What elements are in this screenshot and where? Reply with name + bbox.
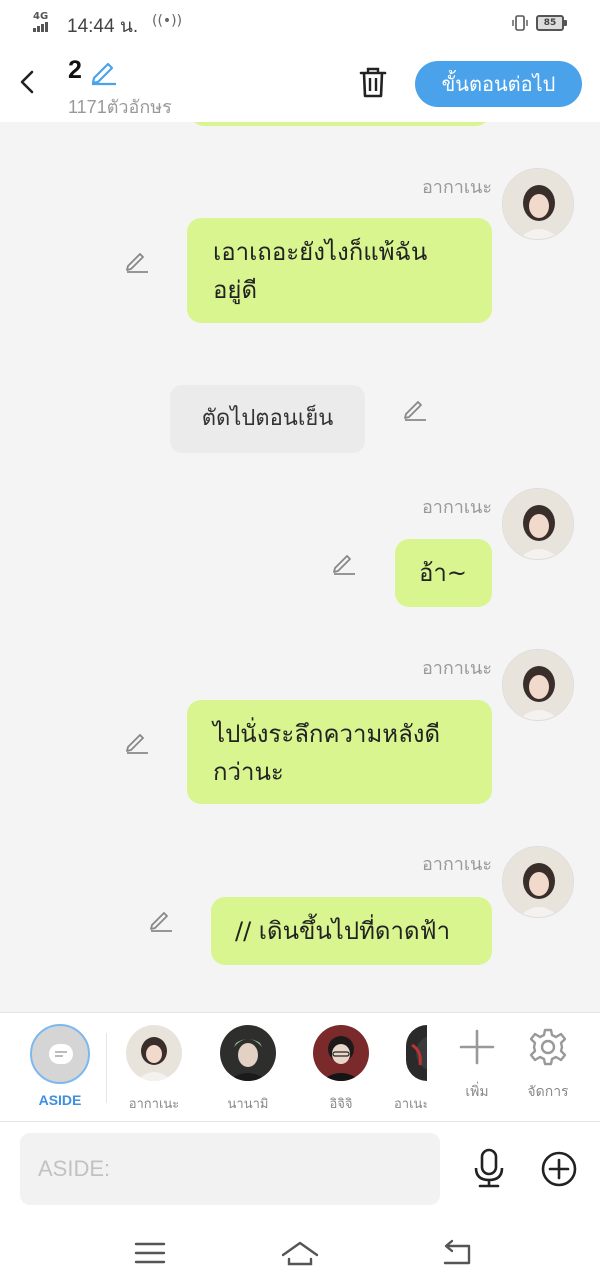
system-nav-bar [0,1222,600,1287]
manage-label: จัดการ [527,1084,569,1100]
signal-indicator: 4G [33,12,49,32]
edit-title-pencil-icon[interactable] [88,56,118,86]
home-icon[interactable] [280,1239,320,1267]
message-bubble[interactable]: เอาเถอะยังไงก็แพ้ฉัน อยู่ดี [187,218,492,323]
character-count: 1171ตัวอักษร [68,97,172,117]
character-name: อากาเนะ [128,1097,180,1112]
message-input[interactable] [20,1133,440,1205]
character-name: อาเนะ [394,1097,427,1112]
character-avatar[interactable] [220,1025,276,1081]
episode-title[interactable]: 2 [68,56,82,85]
narration-bubble[interactable]: ตัดไปตอนเย็น [170,385,365,453]
narration-text: ตัดไปตอนเย็น [201,406,334,431]
message-line: อยู่ดี [213,276,258,304]
network-type: 4G [33,11,49,22]
vibrate-icon [512,15,528,31]
aside-label: ASIDE [38,1092,82,1108]
battery-icon: 85 [536,15,567,31]
aside-button[interactable] [30,1024,90,1084]
divider [106,1033,107,1103]
message-sender: อากาเนะ [421,658,492,679]
gear-icon[interactable] [528,1027,568,1067]
avatar[interactable] [502,846,574,918]
edit-pencil-icon[interactable] [148,906,174,932]
message-bubble[interactable]: // เดินขึ้นไปที่ดาดฟ้า [211,897,492,965]
message-line: อ้า~ [419,559,467,587]
character-name: อิจิจิ [329,1097,353,1112]
message-line: // เดินขึ้นไปที่ดาดฟ้า [235,917,451,945]
edit-pencil-icon[interactable] [124,728,150,754]
message-sender: อากาเนะ [421,177,492,198]
status-time: 14:44 น. [67,16,139,37]
message-line: กว่านะ [213,758,284,786]
add-attachment-icon[interactable] [540,1150,578,1188]
character-avatar-partial[interactable] [406,1025,427,1081]
avatar[interactable] [502,168,574,240]
character-avatar[interactable] [313,1025,369,1081]
message-bubble[interactable]: อ้า~ [395,539,492,607]
message-bubble-partial[interactable] [190,122,490,126]
status-bar: 4G 14:44 น. ((•)) 85 [0,0,600,48]
input-row [0,1122,600,1222]
editor-header: 2 1171ตัวอักษร ขั้นตอนต่อไป [0,48,600,122]
message-line: ไปนั่งระลึกความหลังดี [213,720,441,748]
add-icon[interactable] [457,1027,497,1067]
edit-pencil-icon[interactable] [402,395,428,421]
avatar[interactable] [502,488,574,560]
message-sender: อากาเนะ [421,854,492,875]
character-bar: ASIDE อากาเนะ นานามิ อิจิจิ อาเนะ เพิ่ม … [0,1012,600,1122]
message-line: เอาเถอะยังไงก็แพ้ฉัน [213,238,428,266]
edit-pencil-icon[interactable] [331,549,357,575]
microphone-icon[interactable] [470,1148,508,1188]
back-arrow-icon[interactable] [14,68,42,96]
menu-icon[interactable] [133,1239,167,1267]
back-nav-icon[interactable] [440,1239,474,1267]
message-sender: อากาเนะ [421,497,492,518]
character-name: นานามิ [227,1097,269,1112]
trash-icon[interactable] [356,64,390,100]
chat-area: อากาเนะ เอาเถอะยังไงก็แพ้ฉัน อยู่ดี ตัดไ… [0,122,600,1012]
next-step-button[interactable]: ขั้นตอนต่อไป [415,61,582,107]
message-bubble[interactable]: ไปนั่งระลึกความหลังดี กว่านะ [187,700,492,804]
avatar[interactable] [502,649,574,721]
add-label: เพิ่ม [465,1084,489,1100]
character-avatar[interactable] [126,1025,182,1081]
hotspot-icon: ((•)) [152,13,183,29]
edit-pencil-icon[interactable] [124,247,150,273]
narration-chip-icon [49,1044,73,1064]
